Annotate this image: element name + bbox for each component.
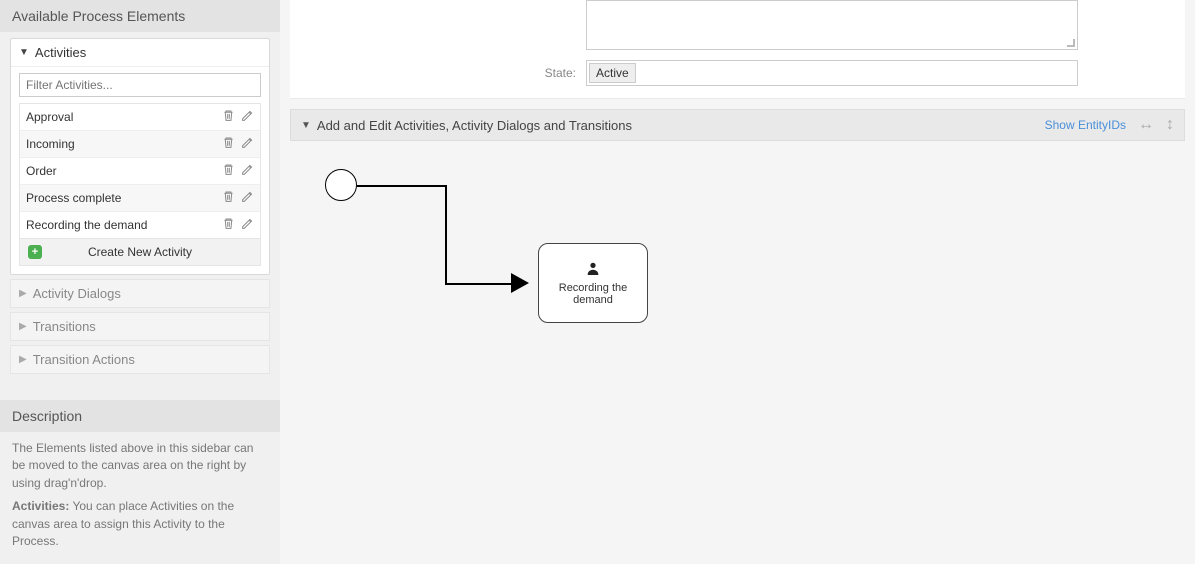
caret-right-icon: ▶ xyxy=(19,354,27,365)
activity-name: Order xyxy=(26,164,57,178)
process-elements-panel: Available Process Elements ▼ Activities … xyxy=(0,0,280,382)
panel-title: Available Process Elements xyxy=(0,0,280,32)
create-activity-label: Create New Activity xyxy=(88,245,192,259)
state-select[interactable]: Active xyxy=(586,60,1078,86)
accordion-activities-label: Activities xyxy=(35,45,86,60)
accordion-activities-header[interactable]: ▼ Activities xyxy=(11,39,269,66)
trash-icon[interactable] xyxy=(222,136,235,152)
accordion-label: Activity Dialogs xyxy=(33,286,121,301)
connector-line xyxy=(445,185,447,285)
description-para2-label: Activities: xyxy=(12,499,69,513)
edit-icon[interactable] xyxy=(241,217,254,233)
resize-handle-icon[interactable] xyxy=(1067,39,1077,49)
list-item[interactable]: Order xyxy=(20,158,260,185)
accordion-transition-actions[interactable]: ▶ Transition Actions xyxy=(10,345,270,374)
activity-name: Incoming xyxy=(26,137,75,151)
caret-down-icon: ▼ xyxy=(19,47,29,58)
description-para1: The Elements listed above in this sideba… xyxy=(12,440,268,492)
edit-icon[interactable] xyxy=(241,136,254,152)
description-panel: Description The Elements listed above in… xyxy=(0,400,280,564)
editor-section-header[interactable]: ▼ Add and Edit Activities, Activity Dial… xyxy=(290,109,1185,141)
expand-vertical-icon[interactable]: ↕ xyxy=(1166,116,1174,134)
state-value: Active xyxy=(589,63,636,83)
filter-activities-input[interactable] xyxy=(19,73,261,97)
caret-down-icon: ▼ xyxy=(301,120,311,131)
activity-name: Recording the demand xyxy=(26,218,147,232)
expand-horizontal-icon[interactable]: ↔ xyxy=(1138,116,1154,134)
connector-line xyxy=(357,185,447,187)
list-item[interactable]: Incoming xyxy=(20,131,260,158)
show-entity-ids-link[interactable]: Show EntityIDs xyxy=(1045,118,1126,132)
activity-name: Process complete xyxy=(26,191,121,205)
accordion-label: Transition Actions xyxy=(33,352,135,367)
description-title: Description xyxy=(0,400,280,432)
state-label: State: xyxy=(314,66,586,80)
edit-icon[interactable] xyxy=(241,109,254,125)
person-icon xyxy=(586,261,600,278)
activity-node[interactable]: Recording the demand xyxy=(538,243,648,323)
accordion-label: Transitions xyxy=(33,319,96,334)
form-block: State: Active xyxy=(290,0,1185,99)
start-node[interactable] xyxy=(325,169,357,201)
process-canvas[interactable]: Recording the demand xyxy=(290,151,1185,490)
list-item[interactable]: Approval xyxy=(20,104,260,131)
activity-list: Approval Incoming xyxy=(19,103,261,239)
trash-icon[interactable] xyxy=(222,109,235,125)
trash-icon[interactable] xyxy=(222,163,235,179)
create-activity-button[interactable]: + Create New Activity xyxy=(19,239,261,266)
list-item[interactable]: Recording the demand xyxy=(20,212,260,238)
caret-right-icon: ▶ xyxy=(19,321,27,332)
caret-right-icon: ▶ xyxy=(19,288,27,299)
trash-icon[interactable] xyxy=(222,217,235,233)
trash-icon[interactable] xyxy=(222,190,235,206)
arrowhead-icon xyxy=(511,273,529,293)
edit-icon[interactable] xyxy=(241,163,254,179)
accordion-activities: ▼ Activities Approval xyxy=(10,38,270,275)
activity-node-label: Recording the demand xyxy=(545,282,641,306)
description-textarea[interactable] xyxy=(586,0,1078,50)
list-item[interactable]: Process complete xyxy=(20,185,260,212)
description-para2: Activities: You can place Activities on … xyxy=(12,498,268,550)
accordion-activity-dialogs[interactable]: ▶ Activity Dialogs xyxy=(10,279,270,308)
editor-section-title: Add and Edit Activities, Activity Dialog… xyxy=(317,118,632,133)
accordion-transitions[interactable]: ▶ Transitions xyxy=(10,312,270,341)
activity-name: Approval xyxy=(26,110,73,124)
plus-icon: + xyxy=(28,245,42,259)
edit-icon[interactable] xyxy=(241,190,254,206)
